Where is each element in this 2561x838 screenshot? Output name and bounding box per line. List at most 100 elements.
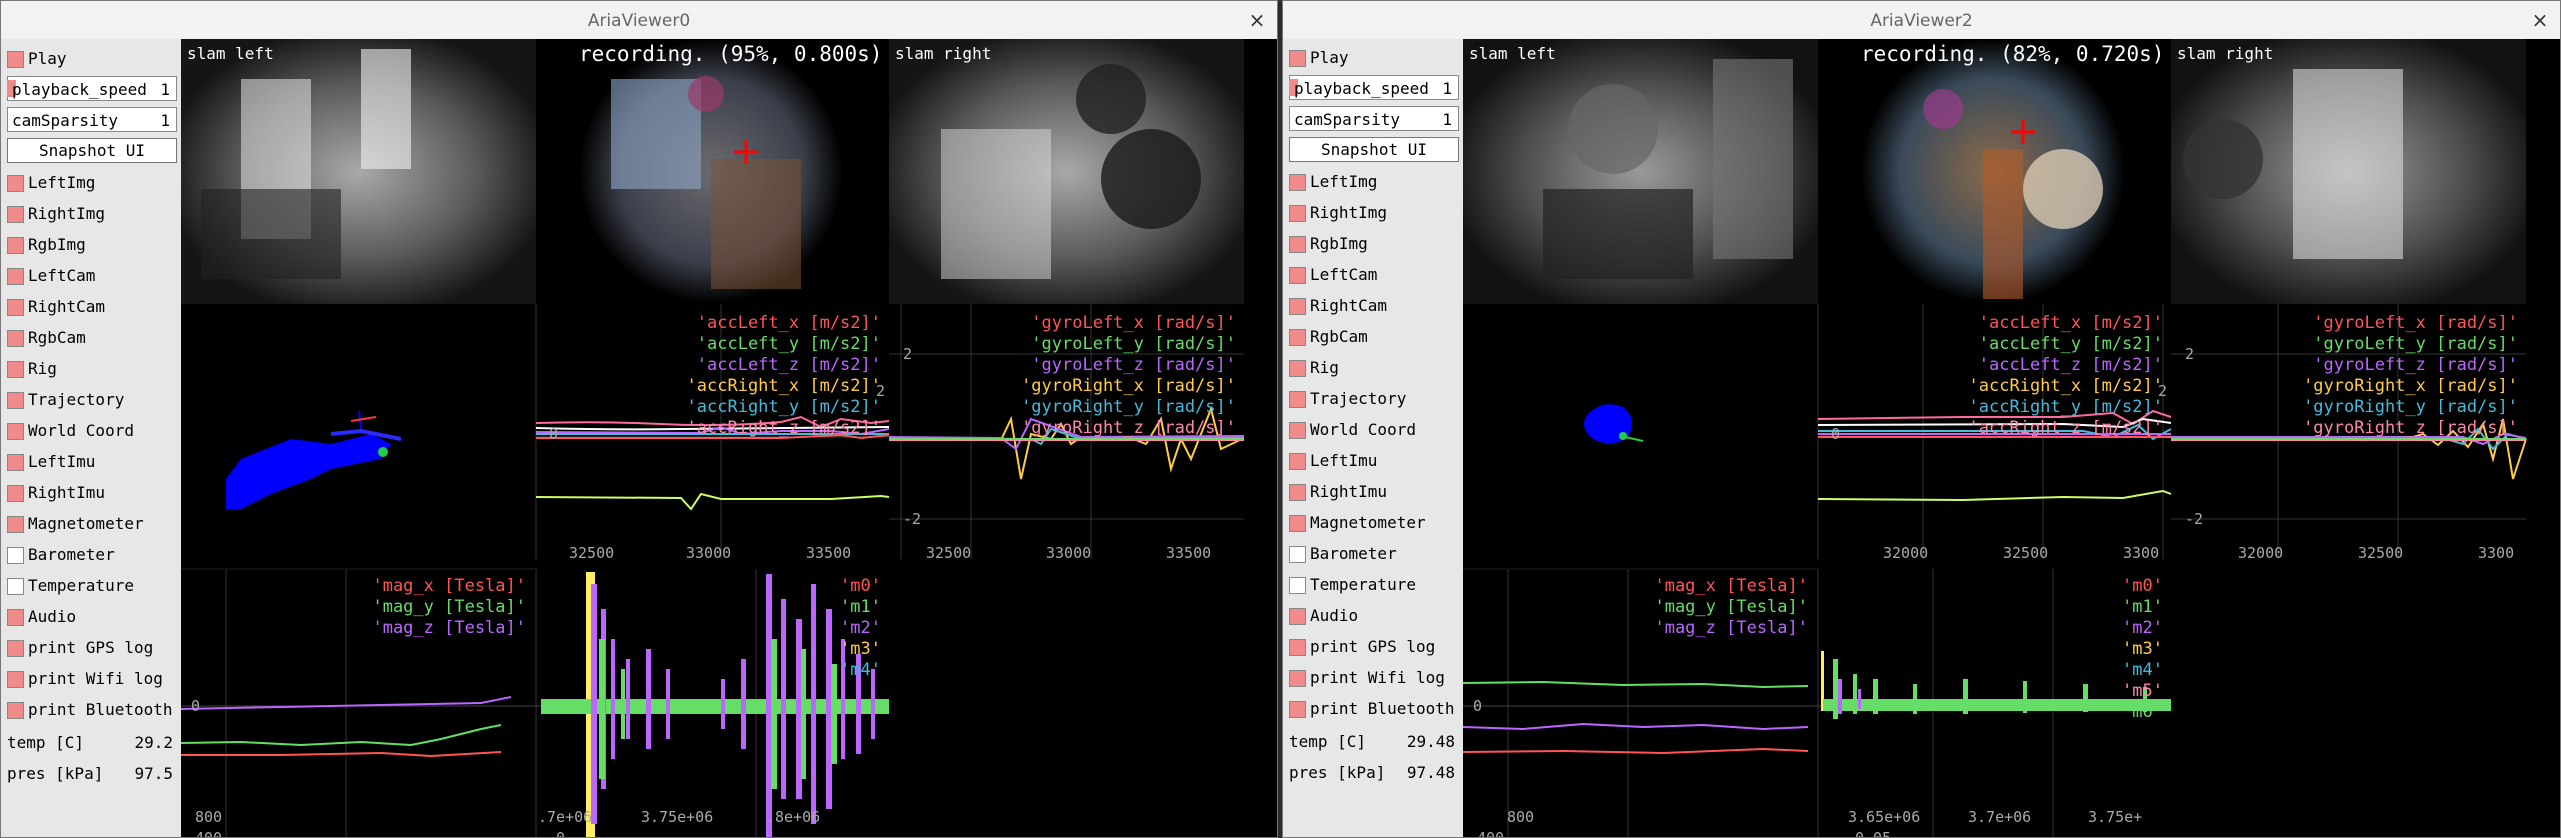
checkbox[interactable] (1289, 360, 1306, 377)
toggle-magnetometer[interactable]: Magnetometer (7, 510, 177, 537)
toggle-print-bluetooth[interactable]: print Bluetooth (7, 696, 177, 723)
render-view[interactable]: slam left recording. (82%, 0.720s) slam … (1462, 39, 2561, 838)
checkbox[interactable] (1289, 205, 1306, 222)
checkbox[interactable] (7, 206, 24, 223)
checkbox[interactable] (7, 299, 24, 316)
play-toggle[interactable]: Play (7, 45, 177, 72)
checkbox[interactable] (7, 392, 24, 409)
checkbox[interactable] (7, 516, 24, 533)
gyroscope-plot[interactable]: 'gyroLeft_x [rad/s]' 'gyroLeft_y [rad/s]… (888, 304, 1245, 562)
checkbox[interactable] (1289, 701, 1306, 718)
checkbox[interactable] (7, 578, 24, 595)
toggle-rig[interactable]: Rig (1289, 354, 1459, 381)
toggle-leftimu[interactable]: LeftImu (1289, 447, 1459, 474)
toggle-trajectory[interactable]: Trajectory (1289, 385, 1459, 412)
checkbox[interactable] (1289, 174, 1306, 191)
toggle-print-gps-log[interactable]: print GPS log (7, 634, 177, 661)
close-icon[interactable]: × (1245, 1, 1269, 39)
toggle-rightimu[interactable]: RightImu (7, 479, 177, 506)
toggle-rgbimg[interactable]: RgbImg (7, 231, 177, 258)
toggle-rightimg[interactable]: RightImg (7, 200, 177, 227)
cam-sparsity-field[interactable]: camSparsity 1 (7, 107, 177, 132)
toggle-leftcam[interactable]: LeftCam (1289, 261, 1459, 288)
plot-canvas[interactable]: slam left recording. (95%, 0.800s) slam … (180, 39, 1278, 838)
checkbox[interactable] (1289, 639, 1306, 656)
toggle-rig[interactable]: Rig (7, 355, 177, 382)
checkbox[interactable] (1289, 546, 1306, 563)
trajectory-3d-view[interactable] (1584, 404, 1644, 444)
plot-canvas[interactable]: slam left recording. (82%, 0.720s) slam … (1462, 39, 2561, 838)
acc-legend-3: 'accRight_x [m/s2]' (1969, 376, 2163, 396)
checkbox[interactable] (7, 51, 24, 68)
trajectory-3d-view[interactable] (226, 410, 402, 509)
checkbox[interactable] (1289, 267, 1306, 284)
toggle-world-coord[interactable]: World Coord (1289, 416, 1459, 443)
checkbox[interactable] (1289, 50, 1306, 67)
cam-sparsity-field[interactable]: camSparsity 1 (1289, 106, 1459, 131)
magnetometer-plot[interactable]: 'mag_x [Tesla]' 'mag_y [Tesla]' 'mag_z [… (1462, 568, 1818, 838)
audio-plot[interactable]: 'm0' 'm1' 'm2' 'm3' 'm4' .7e+06 3.75e+06… (535, 569, 889, 838)
toggle-rightimg[interactable]: RightImg (1289, 199, 1459, 226)
toggle-audio[interactable]: Audio (7, 603, 177, 630)
play-toggle[interactable]: Play (1289, 44, 1459, 71)
checkbox[interactable] (1289, 298, 1306, 315)
checkbox[interactable] (1289, 608, 1306, 625)
toggle-rgbimg[interactable]: RgbImg (1289, 230, 1459, 257)
checkbox[interactable] (1289, 422, 1306, 439)
close-icon[interactable]: × (2528, 1, 2552, 39)
snapshot-ui-button[interactable]: Snapshot UI (1289, 137, 1459, 162)
toggle-barometer[interactable]: Barometer (1289, 540, 1459, 567)
checkbox[interactable] (7, 330, 24, 347)
toggle-world-coord[interactable]: World Coord (7, 417, 177, 444)
checkbox[interactable] (7, 702, 24, 719)
checkbox[interactable] (1289, 453, 1306, 470)
toggle-trajectory[interactable]: Trajectory (7, 386, 177, 413)
checkbox[interactable] (7, 547, 24, 564)
audio-legend-2: 'm2' (2122, 618, 2163, 638)
checkbox[interactable] (7, 454, 24, 471)
checkbox[interactable] (7, 175, 24, 192)
checkbox[interactable] (7, 237, 24, 254)
toggle-rightcam[interactable]: RightCam (1289, 292, 1459, 319)
checkbox[interactable] (1289, 236, 1306, 253)
toggle-leftimu[interactable]: LeftImu (7, 448, 177, 475)
checkbox[interactable] (7, 640, 24, 657)
checkbox[interactable] (1289, 484, 1306, 501)
toggle-temperature[interactable]: Temperature (1289, 571, 1459, 598)
toggle-rightimu[interactable]: RightImu (1289, 478, 1459, 505)
toggle-print-bluetooth[interactable]: print Bluetooth (1289, 695, 1459, 722)
checkbox[interactable] (7, 423, 24, 440)
toggle-leftcam[interactable]: LeftCam (7, 262, 177, 289)
toggle-print-wifi-log[interactable]: print Wifi log (7, 665, 177, 692)
gyroscope-plot[interactable]: 'gyroLeft_x [rad/s]' 'gyroLeft_y [rad/s]… (2170, 304, 2527, 562)
playback-speed-field[interactable]: playback_speed 1 (1289, 75, 1459, 100)
checkbox[interactable] (1289, 515, 1306, 532)
playback-speed-field[interactable]: playback_speed 1 (7, 76, 177, 101)
checkbox[interactable] (1289, 670, 1306, 687)
checkbox[interactable] (7, 361, 24, 378)
checkbox[interactable] (7, 609, 24, 626)
toggle-barometer[interactable]: Barometer (7, 541, 177, 568)
accelerometer-plot[interactable]: 'accLeft_x [m/s2]' 'accLeft_y [m/s2]' 'a… (1817, 304, 2172, 562)
audio-plot[interactable]: 'm0' 'm1' 'm2' 'm3' 'm4' 'm5' 'm6' 3.65e… (1817, 569, 2171, 838)
toggle-leftimg[interactable]: LeftImg (1289, 168, 1459, 195)
toggle-print-gps-log[interactable]: print GPS log (1289, 633, 1459, 660)
checkbox[interactable] (7, 671, 24, 688)
render-view[interactable]: slam left recording. (95%, 0.800s) slam … (180, 39, 1278, 838)
magnetometer-plot[interactable]: 'mag_x [Tesla]' 'mag_y [Tesla]' 'mag_z [… (180, 568, 536, 838)
checkbox[interactable] (7, 268, 24, 285)
toggle-temperature[interactable]: Temperature (7, 572, 177, 599)
checkbox[interactable] (1289, 391, 1306, 408)
snapshot-ui-button[interactable]: Snapshot UI (7, 138, 177, 163)
toggle-rgbcam[interactable]: RgbCam (1289, 323, 1459, 350)
toggle-rightcam[interactable]: RightCam (7, 293, 177, 320)
accelerometer-plot[interactable]: 'accLeft_x [m/s2]' 'accLeft_y [m/s2]' 'a… (535, 304, 1092, 562)
checkbox[interactable] (7, 485, 24, 502)
toggle-rgbcam[interactable]: RgbCam (7, 324, 177, 351)
toggle-audio[interactable]: Audio (1289, 602, 1459, 629)
toggle-leftimg[interactable]: LeftImg (7, 169, 177, 196)
toggle-print-wifi-log[interactable]: print Wifi log (1289, 664, 1459, 691)
checkbox[interactable] (1289, 329, 1306, 346)
toggle-magnetometer[interactable]: Magnetometer (1289, 509, 1459, 536)
checkbox[interactable] (1289, 577, 1306, 594)
